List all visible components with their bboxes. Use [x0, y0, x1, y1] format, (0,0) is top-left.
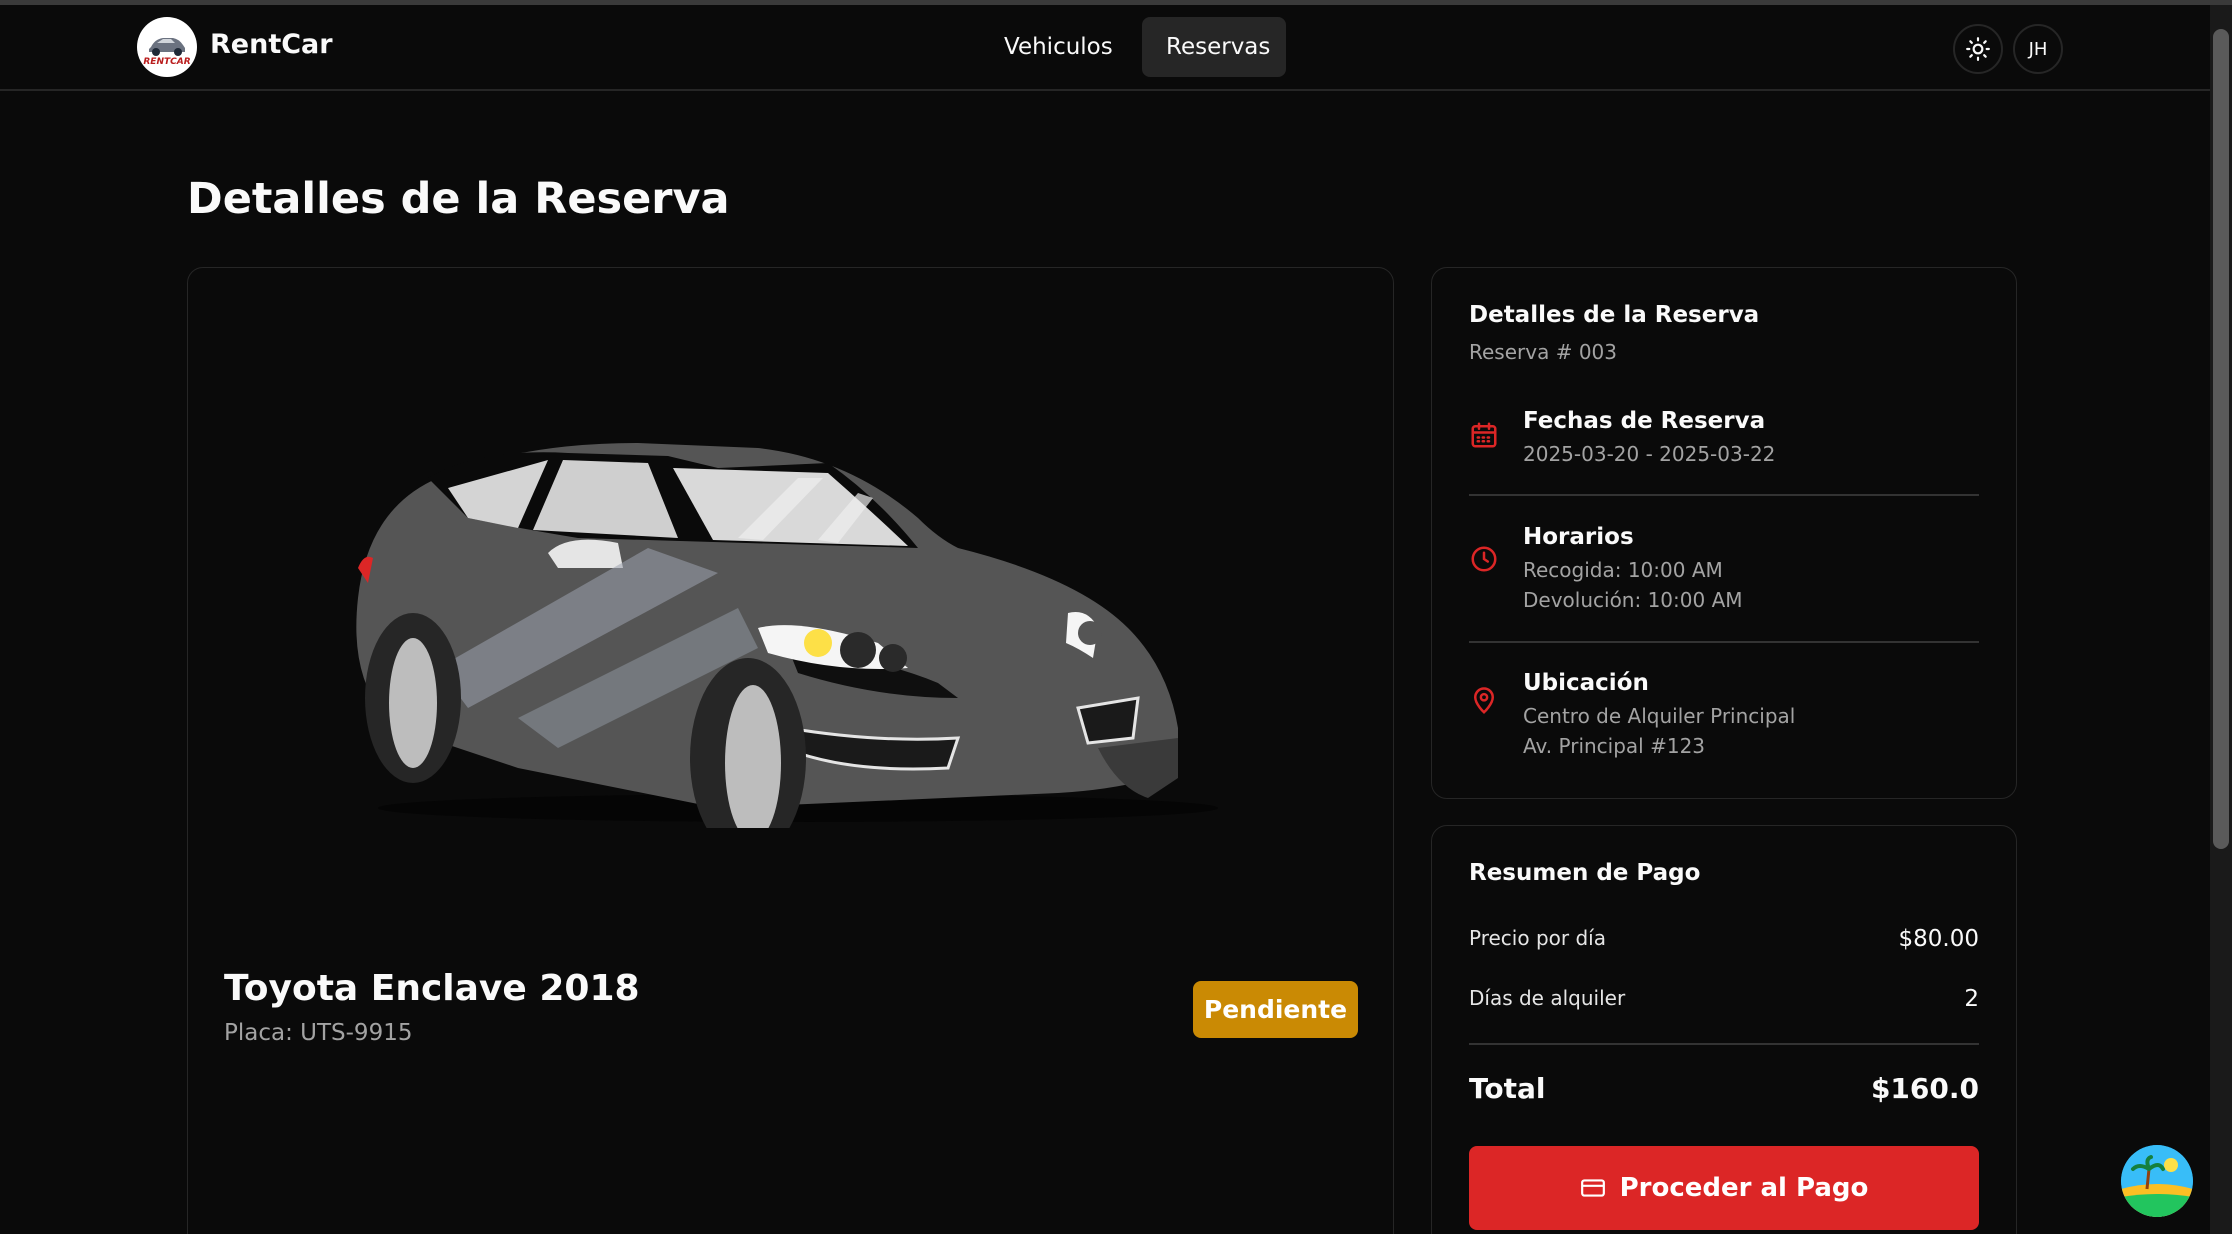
rental-days-value: 2	[1964, 986, 1979, 1012]
schedule-row: Horarios Recogida: 10:00 AM Devolución: …	[1469, 524, 1979, 612]
pickup-time: Recogida: 10:00 AM	[1523, 558, 1723, 582]
schedule-title: Horarios	[1523, 524, 1634, 550]
user-avatar-button[interactable]: JH	[2013, 24, 2063, 74]
vehicle-plate: Placa: UTS-9915	[224, 1020, 413, 1046]
vehicle-name: Toyota Enclave 2018	[224, 968, 640, 1009]
map-pin-icon	[1473, 687, 1495, 714]
price-per-day-value: $80.00	[1898, 926, 1979, 952]
vehicle-image	[356, 443, 1218, 828]
logo-text: RENTCAR	[143, 57, 190, 67]
calendar-icon	[1471, 422, 1497, 448]
price-per-day-label: Precio por día	[1469, 926, 1606, 950]
status-badge: Pendiente	[1193, 981, 1358, 1038]
divider	[1469, 494, 1979, 496]
dates-row: Fechas de Reserva 2025-03-20 - 2025-03-2…	[1469, 408, 1979, 468]
page-title: Detalles de la Reserva	[187, 174, 730, 224]
reservation-number: Reserva # 003	[1469, 340, 1617, 364]
dates-title: Fechas de Reserva	[1523, 408, 1766, 434]
proceed-to-payment-button[interactable]: Proceder al Pago	[1469, 1146, 1979, 1230]
nav-vehiculos[interactable]: Vehiculos	[980, 17, 1128, 77]
divider	[1469, 1043, 1979, 1045]
scrollbar-thumb[interactable]	[2213, 29, 2229, 849]
theme-toggle-button[interactable]	[1953, 24, 2003, 74]
sun-icon	[1966, 37, 1990, 61]
total-label: Total	[1469, 1072, 1546, 1105]
location-name: Centro de Alquiler Principal	[1523, 704, 1796, 728]
return-time: Devolución: 10:00 AM	[1523, 588, 1743, 612]
location-title: Ubicación	[1523, 670, 1649, 696]
divider	[1469, 641, 1979, 643]
rentcar-logo[interactable]: RENTCAR	[137, 17, 197, 77]
brand-name[interactable]: RentCar	[210, 29, 333, 60]
proceed-to-payment-label: Proceder al Pago	[1619, 1173, 1869, 1203]
location-row: Ubicación Centro de Alquiler Principal A…	[1469, 670, 1979, 758]
total-value: $160.0	[1870, 1072, 1979, 1105]
location-address: Av. Principal #123	[1523, 734, 1706, 758]
navbar: RENTCAR RentCar Vehiculos Reservas JH	[0, 5, 2210, 91]
page-scrollbar[interactable]	[2210, 5, 2232, 1234]
payment-summary-card: Resumen de Pago Precio por día $80.00 Dí…	[1431, 825, 2017, 1234]
credit-card-icon	[1580, 1179, 1605, 1197]
nav-reservas[interactable]: Reservas	[1142, 17, 1286, 77]
floating-island-icon[interactable]	[2121, 1145, 2193, 1217]
dates-value: 2025-03-20 - 2025-03-22	[1523, 442, 1776, 466]
reservation-details-card: Detalles de la Reserva Reserva # 003 Fec…	[1431, 267, 2017, 799]
details-card-title: Detalles de la Reserva	[1469, 302, 1760, 328]
rental-days-label: Días de alquiler	[1469, 986, 1626, 1010]
payment-card-title: Resumen de Pago	[1469, 860, 1701, 886]
clock-icon	[1471, 546, 1497, 572]
vehicle-card: Toyota Enclave 2018 Placa: UTS-9915 Pend…	[187, 267, 1394, 1234]
